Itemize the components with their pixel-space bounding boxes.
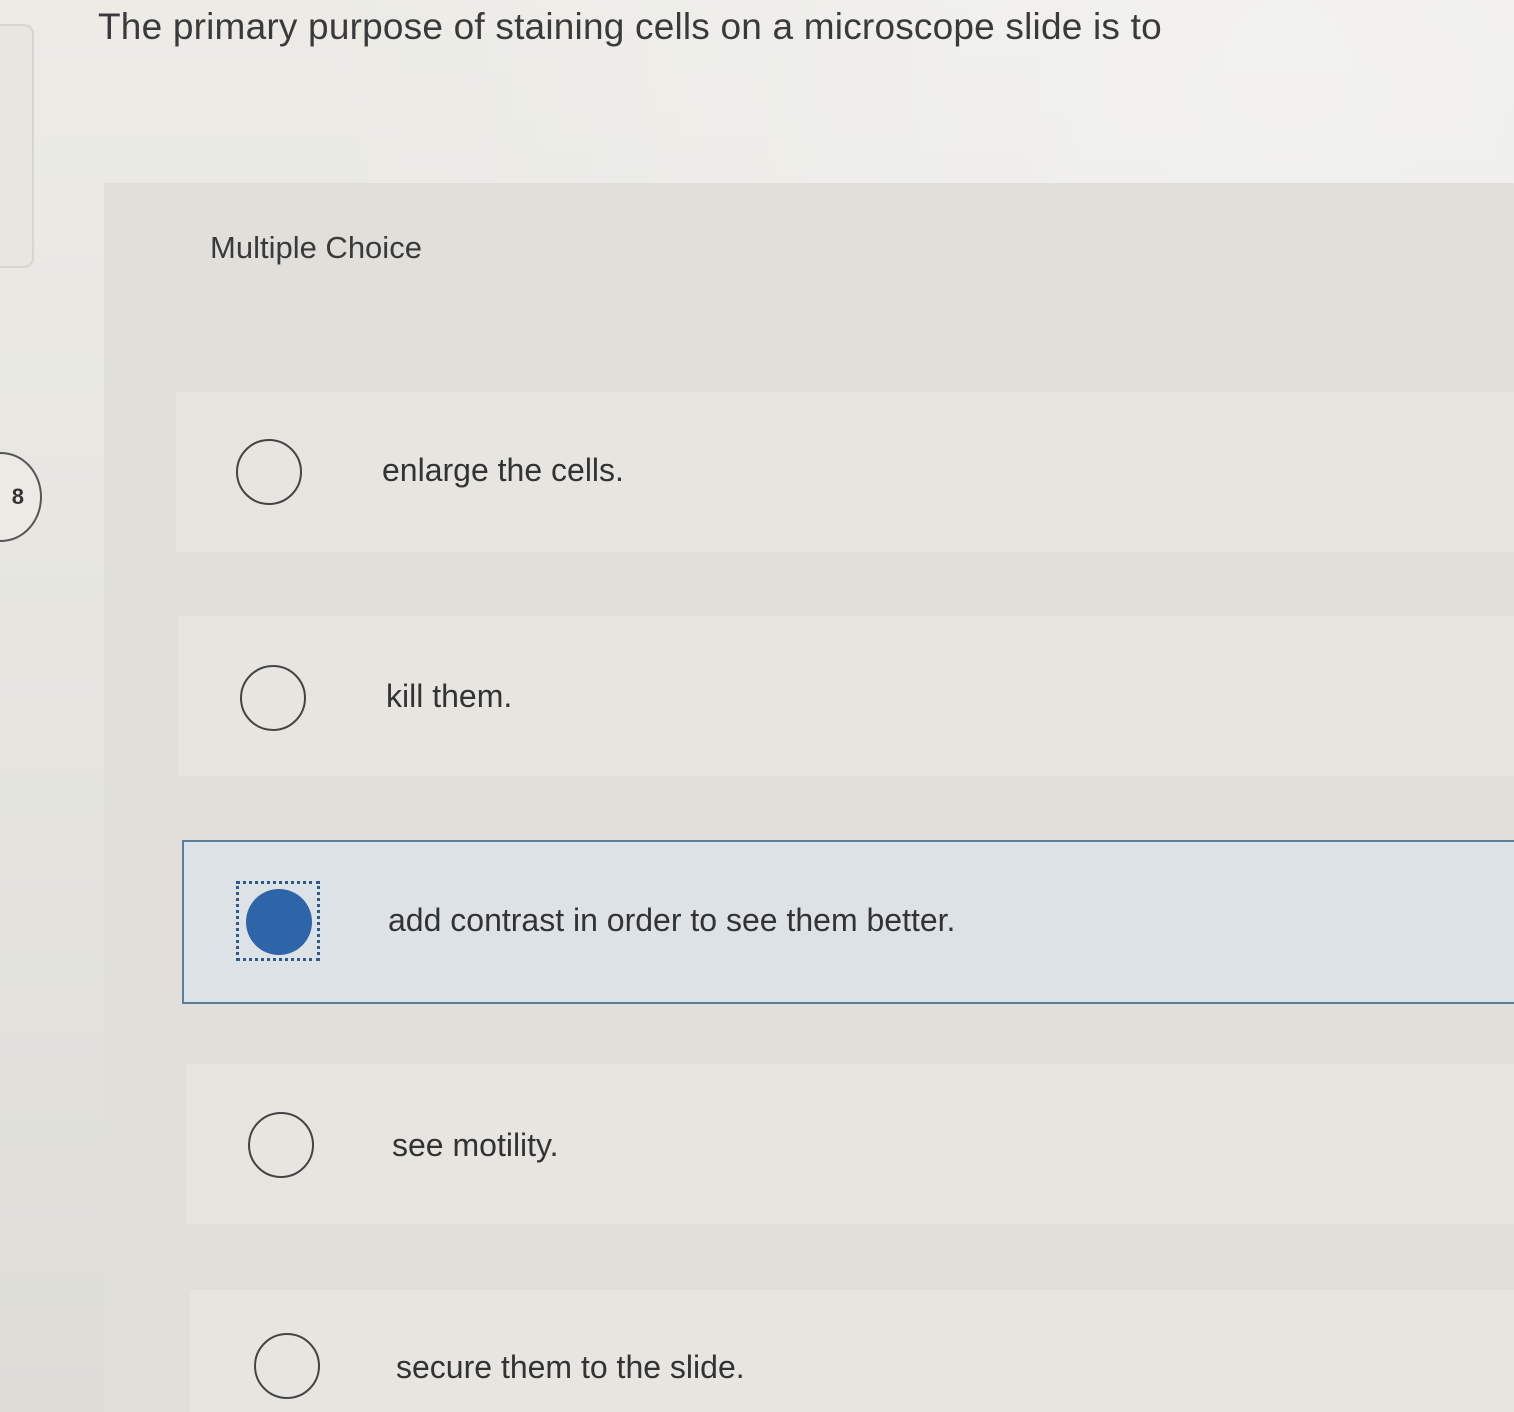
option-label-motility: see motility. <box>392 1127 559 1163</box>
radio-button-enlarge[interactable] <box>236 439 302 505</box>
radio-button-secure[interactable] <box>254 1333 320 1399</box>
question-number: 8 <box>11 484 24 509</box>
option-label-enlarge: enlarge the cells. <box>382 452 624 488</box>
answer-panel <box>104 183 1514 1412</box>
radio-button-contrast-selected[interactable] <box>246 889 312 955</box>
question-type-label: Multiple Choice <box>210 230 422 265</box>
answer-option-enlarge[interactable] <box>176 392 1514 552</box>
option-label-kill: kill them. <box>386 678 513 714</box>
radio-button-kill[interactable] <box>240 665 306 731</box>
option-label-secure: secure them to the slide. <box>396 1349 745 1385</box>
answer-option-secure[interactable] <box>190 1290 1514 1412</box>
answer-option-kill[interactable] <box>178 616 1514 776</box>
answer-option-motility[interactable] <box>186 1064 1514 1224</box>
option-label-contrast: add contrast in order to see them better… <box>388 902 956 938</box>
radio-button-motility[interactable] <box>248 1112 314 1178</box>
previous-card-edge <box>0 24 34 268</box>
radio-focus-ring[interactable] <box>236 881 320 961</box>
question-title: The primary purpose of staining cells on… <box>98 6 1162 47</box>
